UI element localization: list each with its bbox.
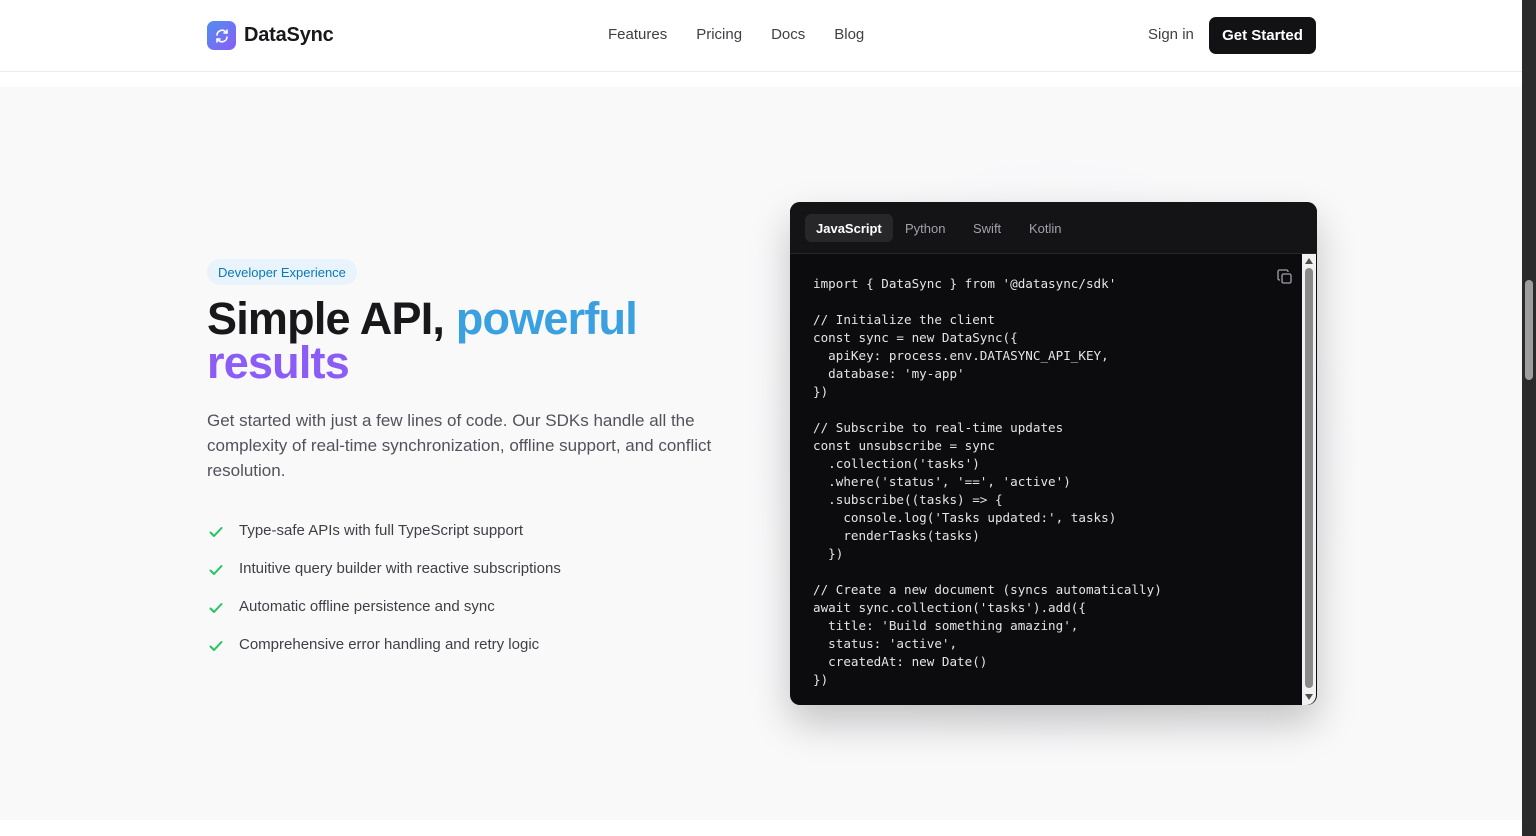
code-snippet: import { DataSync } from '@datasync/sdk'… <box>813 276 1162 687</box>
copy-icon[interactable] <box>1277 269 1293 285</box>
code-panel: JavaScript Python Swift Kotlin import { … <box>790 202 1317 705</box>
tab-javascript[interactable]: JavaScript <box>805 214 893 242</box>
next-section-edge <box>0 820 1522 836</box>
main-nav: Features Pricing Docs Blog <box>608 25 864 45</box>
nav-link-features[interactable]: Features <box>608 25 667 45</box>
feature-text: Automatic offline persistence and sync <box>239 597 495 615</box>
feature-item: Comprehensive error handling and retry l… <box>207 625 561 663</box>
feature-item: Intuitive query builder with reactive su… <box>207 549 561 587</box>
scroll-up-arrow-icon[interactable] <box>1305 258 1313 264</box>
tab-swift[interactable]: Swift <box>962 214 1012 242</box>
headline-highlight-2: results <box>207 337 350 388</box>
nav-link-blog[interactable]: Blog <box>834 25 864 45</box>
check-icon <box>207 599 225 617</box>
brand-name: DataSync <box>244 24 334 46</box>
headline-line-1: Simple API, powerful <box>207 296 767 341</box>
sign-in-link[interactable]: Sign in <box>1148 25 1194 45</box>
check-icon <box>207 523 225 541</box>
code-scrollbar[interactable] <box>1302 254 1316 705</box>
brand-logo[interactable]: DataSync <box>207 21 334 50</box>
sync-arrows-icon <box>207 21 236 50</box>
feature-text: Intuitive query builder with reactive su… <box>239 559 561 577</box>
feature-item: Type-safe APIs with full TypeScript supp… <box>207 511 561 549</box>
headline-highlight-1: powerful <box>455 293 638 344</box>
feature-text: Type-safe APIs with full TypeScript supp… <box>239 521 524 539</box>
tab-python[interactable]: Python <box>894 214 956 242</box>
page-scrollbar[interactable] <box>1522 0 1536 836</box>
feature-item: Automatic offline persistence and sync <box>207 587 561 625</box>
feature-list: Type-safe APIs with full TypeScript supp… <box>207 511 561 663</box>
feature-text: Comprehensive error handling and retry l… <box>239 635 540 653</box>
language-tabs: JavaScript Python Swift Kotlin <box>790 202 1317 254</box>
get-started-button[interactable]: Get Started <box>1209 17 1316 54</box>
section-badge: Developer Experience <box>207 259 357 285</box>
scroll-down-arrow-icon[interactable] <box>1305 694 1313 700</box>
code-scrollbar-thumb[interactable] <box>1305 268 1313 688</box>
check-icon <box>207 637 225 655</box>
nav-link-docs[interactable]: Docs <box>771 25 805 45</box>
section-description: Get started with just a few lines of cod… <box>207 411 712 480</box>
site-header: DataSync Features Pricing Docs Blog Sign… <box>0 0 1522 72</box>
section-headline: Simple API, powerful results <box>207 296 767 388</box>
check-icon <box>207 561 225 579</box>
page-scrollbar-thumb[interactable] <box>1525 280 1533 380</box>
tab-kotlin[interactable]: Kotlin <box>1018 214 1073 242</box>
nav-link-pricing[interactable]: Pricing <box>696 25 742 45</box>
